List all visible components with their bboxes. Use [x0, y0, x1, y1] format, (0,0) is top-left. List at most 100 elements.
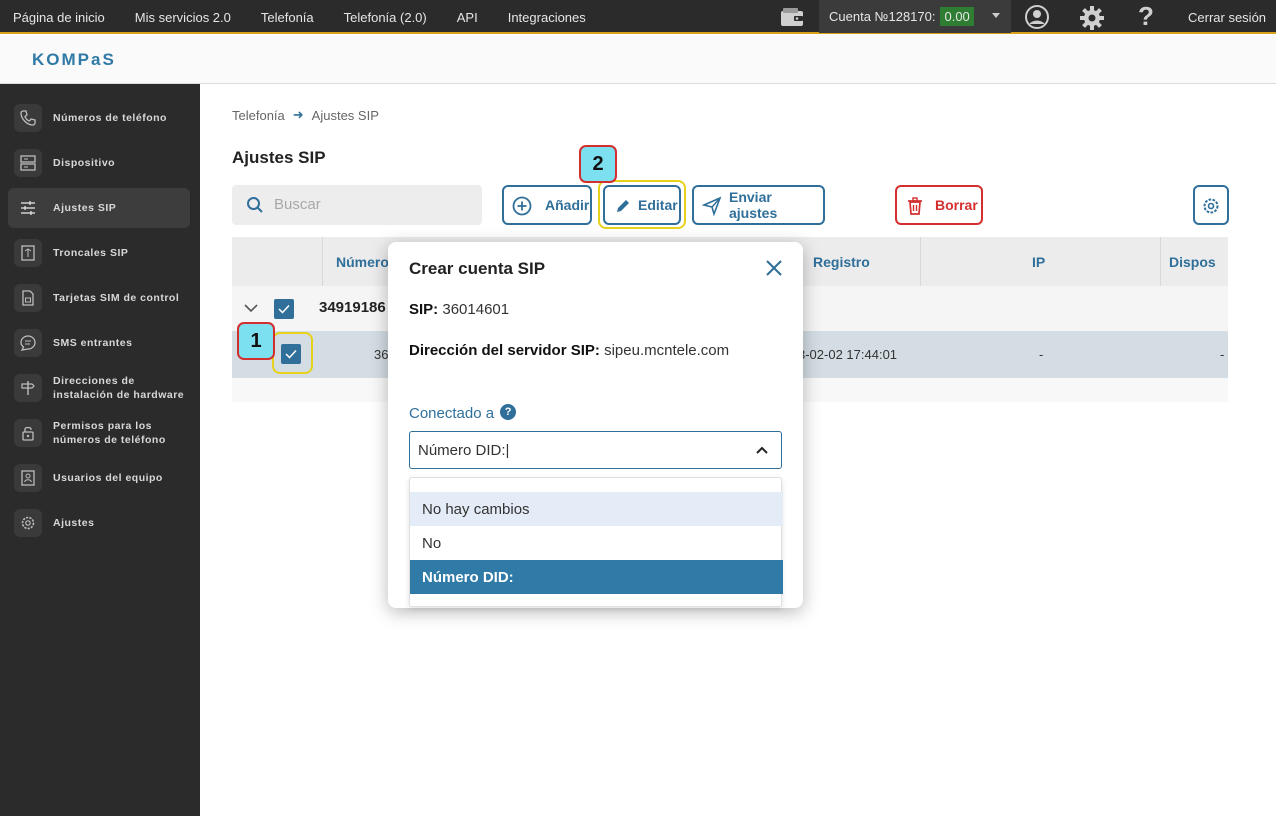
option-no[interactable]: No: [410, 526, 783, 560]
send-settings-label: Enviar ajustes: [729, 189, 778, 221]
sidebar-item-label: Usuarios del equipo: [53, 472, 163, 484]
column-number[interactable]: Número: [336, 237, 389, 286]
edit-highlight: [598, 180, 686, 229]
sidebar-item-sip-settings[interactable]: Ajustes SIP: [8, 188, 190, 228]
row-number: 36: [374, 347, 389, 362]
sidebar-item-label: Ajustes SIP: [53, 202, 117, 214]
option-no-changes[interactable]: No hay cambios: [410, 492, 783, 526]
add-button-label: Añadir: [545, 197, 590, 213]
sidebar-item-label: Permisos para los números de teléfono: [53, 420, 166, 446]
row-ip: -: [1039, 347, 1044, 362]
sidebar-item-device[interactable]: Dispositivo: [8, 143, 190, 183]
send-icon: [702, 196, 722, 216]
signpost-icon: [14, 374, 42, 402]
account-selector[interactable]: Cuenta №128170: 0.00: [819, 0, 1011, 33]
server-value: sipeu.mcntele.com: [604, 342, 730, 359]
help-circle-icon[interactable]: ?: [500, 403, 517, 420]
brand-logo[interactable]: KOMPaS: [32, 50, 116, 70]
settings-gear-icon[interactable]: [1079, 5, 1105, 31]
message-icon: [14, 329, 42, 357]
close-icon[interactable]: [764, 258, 784, 278]
server-info: Dirección del servidor SIP: sipeu.mcntel…: [409, 342, 729, 359]
create-sip-account-dialog: Crear cuenta SIP SIP: 36014601 Dirección…: [388, 242, 803, 608]
balance-badge: 0.00: [940, 7, 974, 26]
column-ip[interactable]: IP: [1032, 237, 1045, 286]
logout-link[interactable]: Cerrar sesión: [1188, 10, 1266, 25]
wallet-icon[interactable]: [780, 7, 804, 27]
trash-icon: [908, 197, 922, 215]
breadcrumb: Telefonía ➜ Ajustes SIP: [232, 107, 379, 123]
sidebar-item-number-permissions[interactable]: Permisos para los números de teléfono: [8, 413, 190, 453]
sidebar-item-settings[interactable]: Ajustes: [8, 503, 190, 543]
search-input[interactable]: Buscar: [232, 185, 482, 225]
gear-icon: [1203, 198, 1219, 214]
page-title: Ajustes SIP: [232, 148, 326, 167]
select-input-value[interactable]: Número DID:|: [418, 442, 509, 459]
column-device[interactable]: Dispos: [1169, 237, 1216, 286]
connected-to-select[interactable]: Número DID:|: [409, 431, 782, 469]
group-checkbox[interactable]: [274, 299, 294, 319]
nav-api[interactable]: API: [457, 10, 478, 25]
breadcrumb-current: Ajustes SIP: [311, 107, 379, 123]
row-registro: 3-02-02 17:44:01: [798, 347, 898, 362]
arrow-right-icon: ➜: [292, 107, 304, 122]
sip-info: SIP: 36014601: [409, 301, 509, 318]
sidebar-item-hardware-addresses[interactable]: Direcciones de instalación de hardware: [8, 368, 190, 408]
search-icon: [247, 197, 263, 213]
sidebar: Números de teléfono Dispositivo Ajustes …: [0, 84, 200, 816]
sip-value: 36014601: [442, 301, 510, 318]
delete-button[interactable]: Borrar: [895, 185, 983, 225]
column-divider: [1160, 237, 1161, 286]
sidebar-item-team-users[interactable]: Usuarios del equipo: [8, 458, 190, 498]
sliders-icon: [14, 194, 42, 222]
column-divider: [920, 237, 921, 286]
server-icon: [14, 149, 42, 177]
connected-to-label: Conectado a ?: [409, 403, 517, 422]
dialog-title: Crear cuenta SIP: [409, 259, 546, 278]
send-settings-button[interactable]: Enviar ajustes: [692, 185, 825, 225]
sidebar-item-label: Ajustes: [53, 517, 95, 529]
sidebar-item-sim-cards[interactable]: Tarjetas SIM de control: [8, 278, 190, 318]
row-device: -: [1220, 347, 1225, 362]
help-icon[interactable]: ?: [1135, 2, 1157, 30]
user-profile-icon[interactable]: [1025, 5, 1049, 29]
sidebar-item-label: Números de teléfono: [53, 112, 167, 124]
sidebar-item-label: Direcciones de instalación de hardware: [53, 375, 185, 401]
chevron-up-icon[interactable]: [754, 442, 770, 458]
step-badge-1: 1: [237, 322, 275, 360]
nav-home[interactable]: Página de inicio: [13, 10, 105, 25]
gear-icon: [14, 509, 42, 537]
sidebar-item-label: SMS entrantes: [53, 337, 133, 349]
plus-circle-icon: [512, 196, 532, 216]
sim-card-icon: [14, 284, 42, 312]
top-nav-bar: Página de inicio Mis servicios 2.0 Telef…: [0, 0, 1276, 34]
add-button[interactable]: Añadir: [502, 185, 592, 225]
nav-integrations[interactable]: Integraciones: [508, 10, 586, 25]
sidebar-item-incoming-sms[interactable]: SMS entrantes: [8, 323, 190, 363]
step-badge-2: 2: [579, 145, 617, 183]
chevron-down-icon[interactable]: [244, 303, 258, 313]
caret-down-icon: [992, 13, 1000, 18]
row-checkbox-highlight: [272, 332, 313, 374]
nav-my-services[interactable]: Mis servicios 2.0: [135, 10, 231, 25]
search-placeholder: Buscar: [274, 196, 321, 213]
logo-bar: KOMPaS: [0, 35, 1276, 84]
table-settings-button[interactable]: [1193, 185, 1229, 225]
column-divider: [322, 237, 323, 286]
sidebar-item-phone-numbers[interactable]: Números de teléfono: [8, 98, 190, 138]
nav-telephony-2[interactable]: Telefonía (2.0): [344, 10, 427, 25]
sidebar-item-sip-trunks[interactable]: Troncales SIP: [8, 233, 190, 273]
top-nav: Página de inicio Mis servicios 2.0 Telef…: [0, 0, 603, 34]
trunk-icon: [14, 239, 42, 267]
server-label: Dirección del servidor SIP:: [409, 342, 600, 359]
option-did-number[interactable]: Número DID:: [410, 560, 783, 594]
phone-icon: [14, 104, 42, 132]
delete-button-label: Borrar: [935, 197, 978, 213]
sidebar-item-label: Troncales SIP: [53, 247, 129, 259]
breadcrumb-root[interactable]: Telefonía: [232, 108, 285, 123]
sip-label: SIP:: [409, 301, 439, 318]
lock-icon: [14, 419, 42, 447]
column-registro[interactable]: Registro: [813, 237, 870, 286]
nav-telephony[interactable]: Telefonía: [261, 10, 314, 25]
select-dropdown: No hay cambios No Número DID:: [409, 477, 783, 607]
